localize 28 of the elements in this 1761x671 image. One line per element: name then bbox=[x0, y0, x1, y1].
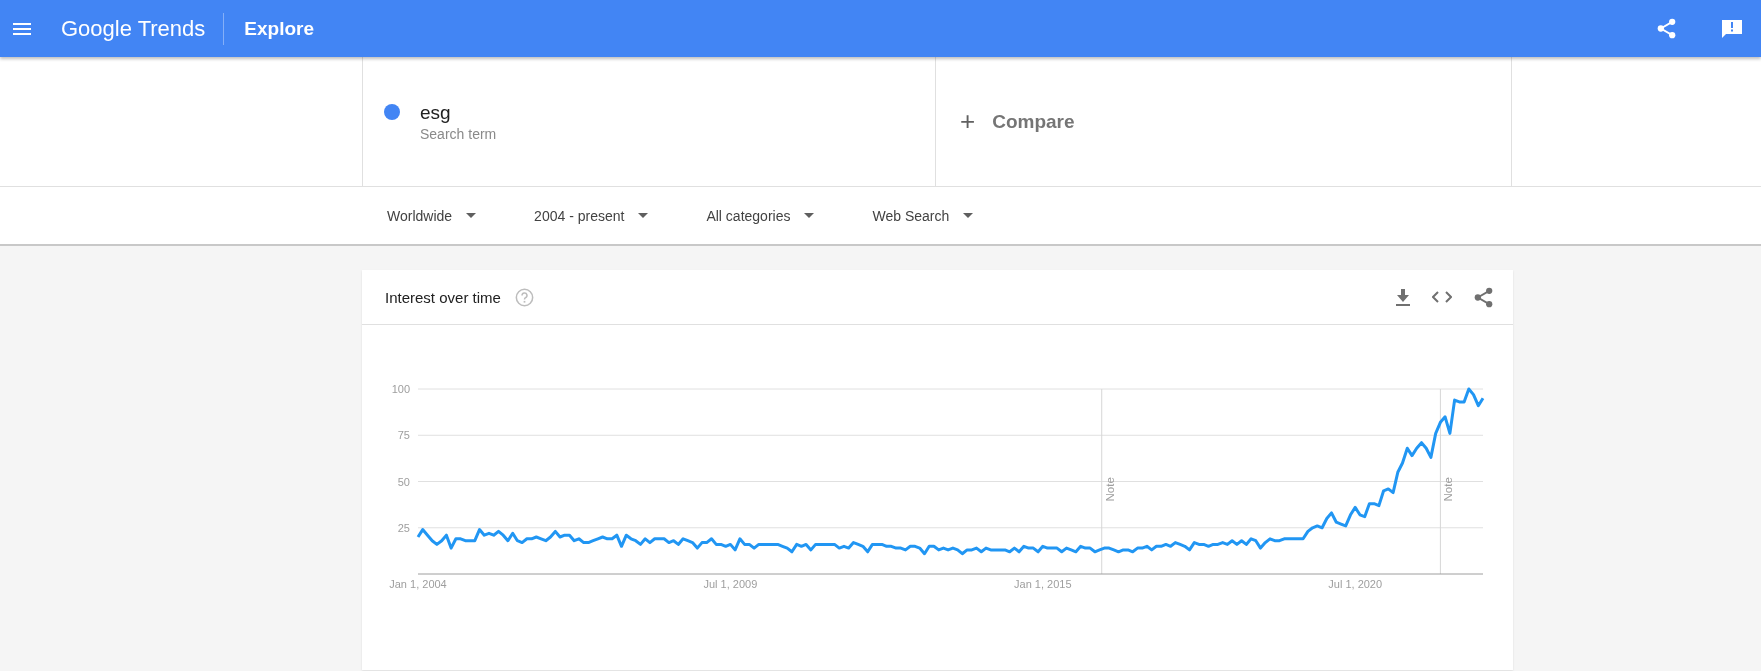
filter-dropdown[interactable]: All categories bbox=[692, 199, 829, 232]
card-title: Interest over time bbox=[385, 288, 501, 306]
page-title: Explore bbox=[244, 17, 314, 40]
x-axis-label: Jul 1, 2020 bbox=[1328, 578, 1383, 590]
embed-code-icon[interactable] bbox=[1432, 291, 1452, 303]
caret-icon bbox=[638, 213, 649, 218]
caret-icon bbox=[804, 213, 815, 218]
share-icon[interactable] bbox=[1474, 286, 1493, 308]
x-axis-label: Jan 1, 2015 bbox=[1014, 578, 1072, 590]
x-axis-label: Jan 1, 2004 bbox=[389, 578, 447, 590]
feedback-icon[interactable] bbox=[1722, 18, 1742, 39]
caret-icon bbox=[466, 213, 477, 218]
download-icon[interactable] bbox=[1396, 288, 1410, 306]
filter-dropdown[interactable]: 2004 - present bbox=[520, 199, 663, 232]
caret-icon bbox=[963, 213, 974, 218]
y-axis-label: 25 bbox=[397, 521, 410, 534]
menu-icon[interactable] bbox=[13, 22, 31, 35]
app-logo[interactable]: Google Trends bbox=[61, 15, 206, 42]
help-icon[interactable] bbox=[514, 287, 534, 307]
y-axis-label: 100 bbox=[391, 383, 410, 395]
term-subtitle: Search term bbox=[420, 125, 497, 142]
filter-dropdown[interactable]: Worldwide bbox=[373, 199, 491, 232]
search-term: esg bbox=[420, 101, 452, 124]
y-axis-label: 50 bbox=[397, 475, 410, 488]
filter-dropdown[interactable]: Web Search bbox=[858, 199, 988, 232]
x-axis-label: Jul 1, 2009 bbox=[703, 578, 758, 590]
y-axis-label: 75 bbox=[397, 429, 410, 442]
share-icon[interactable] bbox=[1657, 18, 1676, 39]
